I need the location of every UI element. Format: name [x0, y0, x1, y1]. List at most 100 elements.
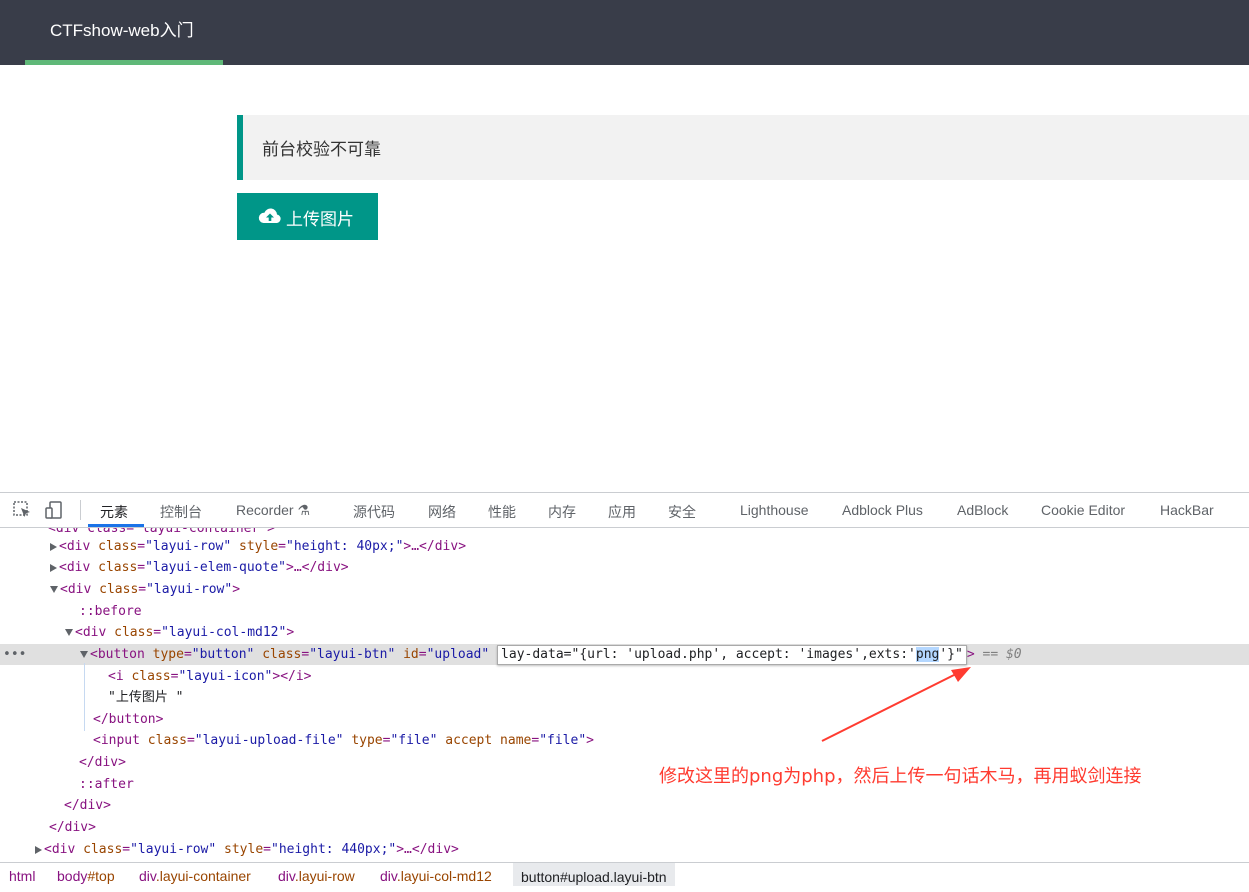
devtools-toolbar: 元素 控制台 Recorder ⚗ 源代码 网络 性能 内存 应用 安全 Lig…: [0, 493, 1249, 528]
attr-value: "layui-row": [145, 539, 232, 554]
dom-node-row-440[interactable]: <div class="layui-row" style="height: 44…: [0, 839, 1249, 860]
tab-application[interactable]: 应用: [608, 502, 636, 522]
dom-node-button-selected[interactable]: ••• <button type="button" class="layui-bt…: [0, 644, 1249, 665]
attribute-edit-field[interactable]: lay-data="{url: 'upload.php', accept: 'i…: [497, 645, 967, 665]
crumb-selector: .layui-container: [155, 868, 251, 884]
crumb-container[interactable]: div.layui-container: [139, 868, 251, 884]
crumb-tag: body: [57, 868, 88, 884]
collapse-arrow[interactable]: [80, 651, 88, 658]
attr-value: "upload": [426, 647, 490, 662]
dom-node-row-40[interactable]: <div class="layui-row" style="height: 40…: [0, 536, 1249, 557]
tab-memory[interactable]: 内存: [548, 502, 576, 522]
collapse-arrow[interactable]: [50, 586, 58, 593]
collapse-arrow[interactable]: [65, 629, 73, 636]
dom-close-button[interactable]: </button>: [0, 709, 1249, 730]
device-toolbar-icon[interactable]: [44, 500, 64, 520]
tab-console[interactable]: 控制台: [160, 502, 202, 522]
tab-security[interactable]: 安全: [668, 502, 696, 522]
quote-text: 前台校验不可靠: [262, 140, 381, 160]
tag-close: >: [966, 647, 975, 662]
crumb-button[interactable]: button#upload.layui-btn: [513, 863, 675, 886]
tag-close: </div>: [49, 820, 96, 835]
attr-value: "file": [390, 733, 438, 748]
tab-recorder[interactable]: Recorder ⚗: [236, 502, 310, 519]
dom-text-node[interactable]: "上传图片 ": [0, 687, 1249, 708]
dom-node-input[interactable]: <input class="layui-upload-file" type="f…: [0, 730, 1249, 751]
attr-value: "height: 40px;": [286, 539, 404, 554]
tag-close: >: [232, 582, 241, 597]
crumb-selector: #top: [87, 868, 115, 884]
tab-sources[interactable]: 源代码: [353, 502, 395, 522]
attr-value: "layui-row": [130, 842, 217, 857]
crumb-selector: .layui-col-md12: [396, 868, 492, 884]
crumb-tag: button: [521, 869, 560, 885]
dom-node-elem-quote[interactable]: <div class="layui-elem-quote">…</div>: [0, 557, 1249, 578]
attr-name: class: [83, 842, 123, 857]
attr-value: "height: 440px;": [271, 842, 397, 857]
expand-arrow[interactable]: [50, 563, 57, 572]
tab-performance[interactable]: 性能: [488, 502, 516, 522]
crumb-col-md12[interactable]: div.layui-col-md12: [380, 868, 492, 884]
dom-pseudo-before[interactable]: ::before: [0, 601, 1249, 622]
dom-close-div[interactable]: </div>: [0, 795, 1249, 816]
dom-node-row[interactable]: <div class="layui-row">: [0, 579, 1249, 600]
attr-name: class: [147, 733, 187, 748]
tag-open: <div: [60, 582, 100, 597]
tag-close: </div>: [79, 755, 126, 770]
more-options-icon[interactable]: •••: [3, 644, 26, 665]
indent-guide: [84, 663, 85, 731]
pseudo-element: ::after: [79, 777, 134, 792]
attr-value: "layui-row": [146, 582, 233, 597]
tag-open: <i: [108, 669, 132, 684]
inspect-element-icon[interactable]: [12, 500, 32, 520]
expand-arrow[interactable]: [35, 845, 42, 854]
tab-recorder-label[interactable]: Recorder: [236, 502, 294, 518]
dom-node-icon[interactable]: <i class="layui-icon"></i>: [0, 666, 1249, 687]
edit-text-after: '}": [939, 647, 963, 662]
attr-name: id: [403, 647, 419, 662]
tag-close: </button>: [93, 712, 164, 727]
attr-name: class: [131, 669, 171, 684]
tab-network[interactable]: 网络: [428, 502, 456, 522]
attr-name: style: [239, 539, 279, 554]
dom-node-col-md12[interactable]: <div class="layui-col-md12">: [0, 622, 1249, 643]
crumb-body[interactable]: body#top: [57, 868, 115, 884]
tag-close: >…</div>: [286, 560, 349, 575]
pseudo-element: ::before: [79, 604, 142, 619]
app-title[interactable]: CTFshow-web入门: [50, 16, 194, 41]
upload-image-button[interactable]: 上传图片: [237, 193, 378, 240]
crumb-html[interactable]: html: [9, 868, 35, 884]
attr-name: class: [114, 625, 154, 640]
tab-hackbar[interactable]: HackBar: [1160, 502, 1214, 518]
expand-arrow[interactable]: [50, 542, 57, 551]
crumb-row[interactable]: div.layui-row: [278, 868, 355, 884]
tab-cookie-editor[interactable]: Cookie Editor: [1041, 502, 1125, 518]
tag-open: <div: [59, 539, 99, 554]
attr-name: class: [262, 647, 302, 662]
attr-name: type: [152, 647, 184, 662]
crumb-tag: div: [278, 868, 295, 884]
tab-adblock-plus[interactable]: Adblock Plus: [842, 502, 923, 518]
attr-value: "layui-upload-file": [194, 733, 344, 748]
crumb-selector: #upload.layui-btn: [559, 869, 667, 885]
attr-name: accept: [445, 733, 493, 748]
tag-open: <div: [44, 842, 84, 857]
tab-elements[interactable]: 元素: [100, 502, 128, 522]
edit-text-before: lay-data="{url: 'upload.php', accept: 'i…: [501, 647, 916, 662]
nav-brand[interactable]: CTFshow-web入门: [25, 0, 223, 65]
toolbar-divider: [80, 500, 81, 520]
attr-value: "layui-col-md12": [161, 625, 287, 640]
tag-close: >…</div>: [396, 842, 459, 857]
attr-value: "button": [191, 647, 255, 662]
tab-lighthouse[interactable]: Lighthouse: [740, 502, 809, 518]
crumb-selector: .layui-row: [294, 868, 355, 884]
attr-name: name: [500, 733, 532, 748]
dom-close-div[interactable]: </div>: [0, 817, 1249, 838]
tab-adblock[interactable]: AdBlock: [957, 502, 1008, 518]
attr-value: "layui-icon": [178, 669, 273, 684]
selected-node-ref: == $0: [974, 647, 1022, 662]
upload-button-label[interactable]: 上传图片: [286, 205, 354, 230]
tag-close: >…</div>: [403, 539, 467, 554]
annotation-note: 修改这里的png为php，然后上传一句话木马，再用蚁剑连接: [659, 766, 1142, 787]
attr-name: class: [98, 560, 138, 575]
